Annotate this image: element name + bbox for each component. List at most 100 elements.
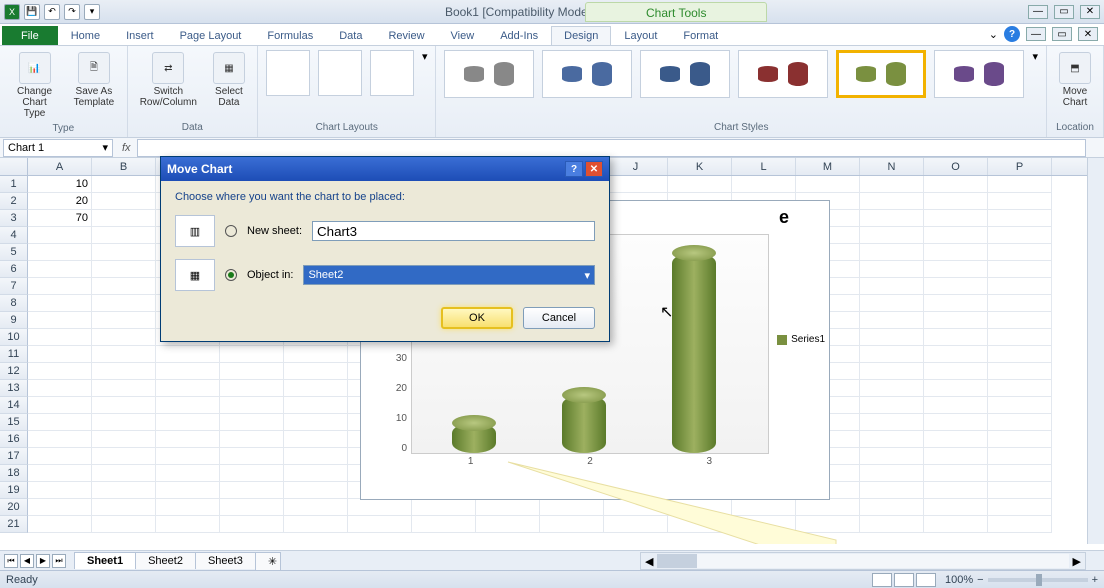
cell-B5[interactable] — [92, 244, 156, 261]
tab-file[interactable]: File — [2, 26, 58, 45]
cell-A14[interactable] — [28, 397, 92, 414]
cell-P3[interactable] — [988, 210, 1052, 227]
cell-B7[interactable] — [92, 278, 156, 295]
cell-M1[interactable] — [796, 176, 860, 193]
cell-B8[interactable] — [92, 295, 156, 312]
page-layout-view-button[interactable] — [894, 573, 914, 587]
cell-N13[interactable] — [860, 380, 924, 397]
cell-N21[interactable] — [860, 516, 924, 533]
cell-A12[interactable] — [28, 363, 92, 380]
cell-A9[interactable] — [28, 312, 92, 329]
cell-N20[interactable] — [860, 499, 924, 516]
cell-A7[interactable] — [28, 278, 92, 295]
cell-C21[interactable] — [156, 516, 220, 533]
row-header-9[interactable]: 9 — [0, 312, 28, 329]
cell-P10[interactable] — [988, 329, 1052, 346]
row-header-10[interactable]: 10 — [0, 329, 28, 346]
cell-E17[interactable] — [284, 448, 348, 465]
cell-N9[interactable] — [860, 312, 924, 329]
col-header-L[interactable]: L — [732, 158, 796, 175]
row-header-5[interactable]: 5 — [0, 244, 28, 261]
cell-P12[interactable] — [988, 363, 1052, 380]
cell-N1[interactable] — [860, 176, 924, 193]
cell-K1[interactable] — [668, 176, 732, 193]
row-header-4[interactable]: 4 — [0, 227, 28, 244]
cell-N8[interactable] — [860, 295, 924, 312]
col-header-K[interactable]: K — [668, 158, 732, 175]
cell-D19[interactable] — [220, 482, 284, 499]
cell-B16[interactable] — [92, 431, 156, 448]
cell-O2[interactable] — [924, 193, 988, 210]
cell-L20[interactable] — [732, 499, 796, 516]
cell-O8[interactable] — [924, 295, 988, 312]
cell-N12[interactable] — [860, 363, 924, 380]
chart-style-6[interactable] — [934, 50, 1024, 98]
cell-J1[interactable] — [604, 176, 668, 193]
cell-B19[interactable] — [92, 482, 156, 499]
zoom-slider[interactable] — [988, 578, 1088, 582]
zoom-out-button[interactable]: − — [977, 574, 983, 586]
row-header-18[interactable]: 18 — [0, 465, 28, 482]
bar-2[interactable] — [562, 395, 606, 453]
sheet-nav-prev-icon[interactable]: ◀ — [20, 554, 34, 568]
chart-layout-1[interactable] — [266, 50, 310, 96]
cell-I20[interactable] — [540, 499, 604, 516]
cell-P14[interactable] — [988, 397, 1052, 414]
cell-G21[interactable] — [412, 516, 476, 533]
cell-O7[interactable] — [924, 278, 988, 295]
cell-A13[interactable] — [28, 380, 92, 397]
col-header-B[interactable]: B — [92, 158, 156, 175]
save-icon[interactable]: 💾 — [24, 4, 40, 20]
chart-style-5[interactable] — [836, 50, 926, 98]
cell-P15[interactable] — [988, 414, 1052, 431]
cell-O21[interactable] — [924, 516, 988, 533]
sheet-tab-1[interactable]: Sheet1 — [74, 552, 136, 569]
restore-button[interactable]: ▭ — [1054, 5, 1074, 19]
cell-N7[interactable] — [860, 278, 924, 295]
cell-N6[interactable] — [860, 261, 924, 278]
cell-H20[interactable] — [476, 499, 540, 516]
cell-B18[interactable] — [92, 465, 156, 482]
cell-A10[interactable] — [28, 329, 92, 346]
zoom-value[interactable]: 100% — [945, 574, 973, 586]
cell-C16[interactable] — [156, 431, 220, 448]
chart-style-4[interactable] — [738, 50, 828, 98]
col-header-J[interactable]: J — [604, 158, 668, 175]
save-as-template-button[interactable]: 🗎 Save As Template — [69, 50, 119, 110]
chart-layout-2[interactable] — [318, 50, 362, 96]
cell-O10[interactable] — [924, 329, 988, 346]
cell-J21[interactable] — [604, 516, 668, 533]
cell-O3[interactable] — [924, 210, 988, 227]
row-header-8[interactable]: 8 — [0, 295, 28, 312]
cell-O14[interactable] — [924, 397, 988, 414]
cell-A20[interactable] — [28, 499, 92, 516]
switch-row-column-button[interactable]: ⇄ Switch Row/Column — [136, 50, 201, 110]
tab-formulas[interactable]: Formulas — [254, 26, 326, 45]
close-window-button[interactable]: ✕ — [1080, 5, 1100, 19]
layouts-more-icon[interactable]: ▾ — [422, 50, 428, 63]
cell-P16[interactable] — [988, 431, 1052, 448]
cell-A16[interactable] — [28, 431, 92, 448]
scroll-left-icon[interactable]: ◀ — [641, 555, 657, 568]
row-header-2[interactable]: 2 — [0, 193, 28, 210]
cell-B2[interactable] — [92, 193, 156, 210]
ok-button[interactable]: OK — [441, 307, 513, 329]
dialog-titlebar[interactable]: Move Chart ? ✕ — [161, 157, 609, 181]
cell-B11[interactable] — [92, 346, 156, 363]
tab-layout[interactable]: Layout — [611, 26, 670, 45]
row-header-11[interactable]: 11 — [0, 346, 28, 363]
cell-B13[interactable] — [92, 380, 156, 397]
cell-P11[interactable] — [988, 346, 1052, 363]
select-all-corner[interactable] — [0, 158, 28, 175]
cell-B4[interactable] — [92, 227, 156, 244]
row-header-21[interactable]: 21 — [0, 516, 28, 533]
cell-D18[interactable] — [220, 465, 284, 482]
tab-page-layout[interactable]: Page Layout — [167, 26, 255, 45]
cell-L1[interactable] — [732, 176, 796, 193]
cell-M21[interactable] — [796, 516, 860, 533]
cell-C11[interactable] — [156, 346, 220, 363]
cell-A15[interactable] — [28, 414, 92, 431]
cell-D11[interactable] — [220, 346, 284, 363]
tab-insert[interactable]: Insert — [113, 26, 167, 45]
row-header-14[interactable]: 14 — [0, 397, 28, 414]
